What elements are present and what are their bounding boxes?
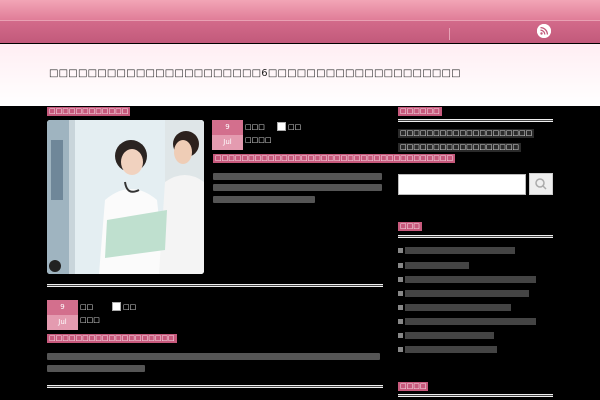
post-date-day: 9 bbox=[212, 120, 243, 135]
post-excerpt-line bbox=[213, 173, 382, 180]
post-author[interactable]: □□ bbox=[80, 303, 93, 311]
sidebar-list-item[interactable] bbox=[398, 275, 543, 284]
sidebar-widget-title: □□□□□□ bbox=[398, 107, 442, 116]
post-comments[interactable]: □□ bbox=[288, 123, 301, 131]
sidebar-list-item[interactable] bbox=[398, 317, 543, 326]
comment-icon bbox=[112, 302, 121, 311]
sidebar-list-item[interactable] bbox=[398, 261, 528, 270]
post-excerpt-line bbox=[47, 353, 380, 360]
sidebar-list-item[interactable] bbox=[398, 289, 543, 298]
post-category[interactable]: □□□ bbox=[80, 316, 100, 324]
post-category[interactable]: □□□□ bbox=[245, 136, 271, 144]
section-title: □□□□□□□□□□□□ bbox=[47, 107, 131, 116]
widget-divider bbox=[398, 394, 553, 397]
post-excerpt-line bbox=[213, 196, 315, 203]
search-icon bbox=[535, 178, 547, 190]
post-date: 9 Jul bbox=[212, 120, 243, 150]
site-title[interactable]: □□□□□□□□□□□□□□□□□□□□□□6□□□□□□□□□□□□□□□□□… bbox=[49, 68, 461, 79]
sidebar-text: □□□□□□□□□□□□□□□□□□□□ bbox=[398, 129, 535, 138]
widget-divider bbox=[398, 235, 553, 238]
post-title[interactable]: □□□□□□□□□□□□□□□□□□□□□□□□□□□□□□□□□□□□ bbox=[213, 154, 456, 163]
post-date-day: 9 bbox=[47, 300, 78, 315]
search-button[interactable] bbox=[529, 173, 553, 195]
post-excerpt-line bbox=[47, 365, 145, 372]
comment-icon bbox=[277, 122, 286, 131]
post-title[interactable]: □□□□□□□□□□□□□□□□□□□ bbox=[47, 334, 177, 343]
sidebar-list-item[interactable] bbox=[398, 345, 543, 354]
post-excerpt-line bbox=[213, 184, 382, 191]
navigation-bar bbox=[0, 20, 600, 43]
post-date-month: Jul bbox=[47, 315, 78, 330]
post-date-month: Jul bbox=[212, 135, 243, 150]
sidebar-text: □□□□□□□□□□□□□□□□□□ bbox=[398, 143, 522, 152]
rss-icon[interactable] bbox=[537, 24, 551, 38]
post-divider bbox=[47, 385, 383, 388]
post-date: 9 Jul bbox=[47, 300, 78, 330]
top-bar bbox=[0, 0, 600, 20]
nav-divider bbox=[449, 28, 450, 40]
sidebar-list-item[interactable] bbox=[398, 303, 543, 312]
site-header: □□□□□□□□□□□□□□□□□□□□□□6□□□□□□□□□□□□□□□□□… bbox=[0, 44, 600, 106]
search-input[interactable] bbox=[398, 174, 526, 195]
post-divider bbox=[47, 284, 383, 287]
sidebar-widget-title: □□□□ bbox=[398, 382, 429, 391]
sidebar-list-item[interactable] bbox=[398, 246, 528, 255]
sidebar-widget-title: □□□ bbox=[398, 222, 422, 231]
post-thumbnail[interactable] bbox=[47, 120, 204, 274]
post-author[interactable]: □□□ bbox=[245, 123, 265, 131]
widget-divider bbox=[398, 119, 553, 122]
post-comments[interactable]: □□ bbox=[123, 303, 136, 311]
sidebar-list-item[interactable] bbox=[398, 331, 543, 340]
